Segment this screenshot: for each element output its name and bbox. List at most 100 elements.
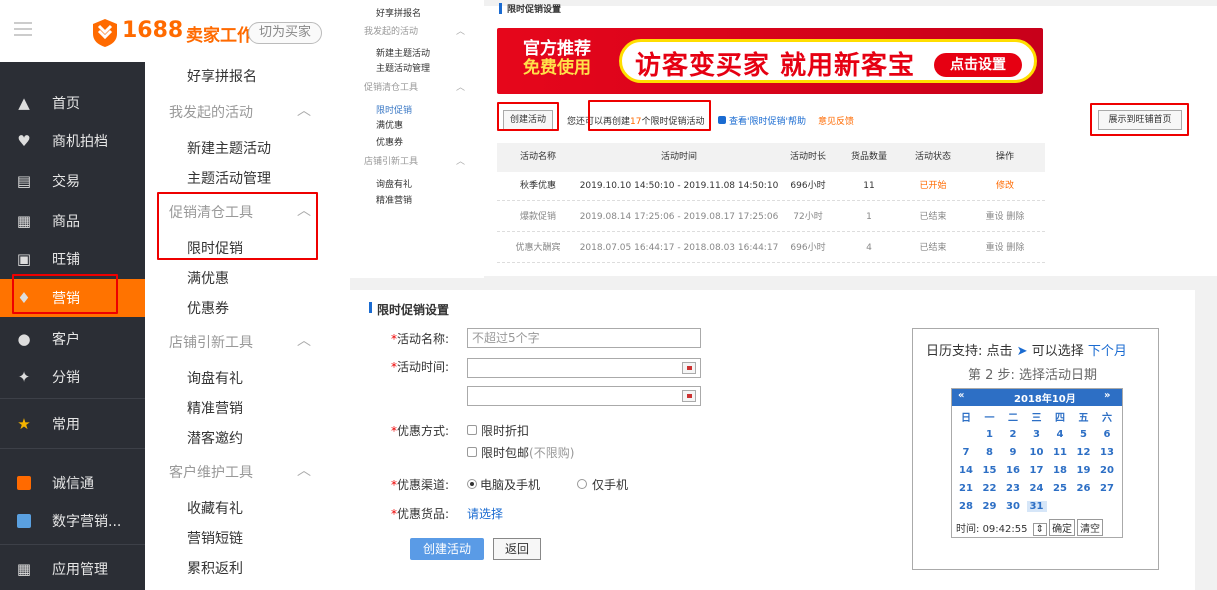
calendar-day[interactable]: 11 (1050, 447, 1070, 458)
create-activity-button[interactable]: 创建活动 (410, 538, 484, 560)
calendar-day[interactable]: 21 (956, 483, 976, 494)
calendar-day[interactable]: 24 (1027, 483, 1047, 494)
flash-discount-checkbox[interactable] (467, 425, 477, 435)
mini-nav-group[interactable]: 店铺引新工具 ︿ (364, 154, 465, 167)
calendar-day[interactable]: 18 (1050, 465, 1070, 476)
reset-delete-links[interactable]: 重设 删除 (965, 234, 1045, 263)
sidebar-item-shop[interactable]: ▣ 旺铺 (0, 240, 145, 278)
mini-nav-item[interactable]: 新建主题活动 (376, 46, 430, 59)
mini-nav-item[interactable]: 主题活动管理 (376, 61, 430, 74)
calendar-day[interactable]: 23 (1003, 483, 1023, 494)
calendar-icon[interactable] (682, 390, 696, 402)
calendar-day[interactable]: 15 (980, 465, 1000, 476)
time-label: *活动时间: (391, 360, 450, 374)
calendar-day[interactable]: 22 (980, 483, 1000, 494)
subnav-item-inquiry-gift[interactable]: 询盘有礼 (187, 368, 243, 388)
activity-name-input[interactable]: 不超过5个字 (467, 328, 701, 348)
calendar-day[interactable]: 20 (1097, 465, 1117, 476)
calendar-day[interactable]: 19 (1074, 465, 1094, 476)
promo-banner[interactable]: 官方推荐 免费使用 访客变买家 就用新客宝 点击设置 (497, 28, 1043, 94)
next-month-button[interactable]: » (1104, 390, 1110, 401)
mini-nav-item[interactable]: 满优惠 (376, 118, 403, 131)
edit-link[interactable]: 修改 (965, 172, 1045, 201)
select-goods-link[interactable]: 请选择 (467, 505, 503, 522)
status-badge: 已结束 (919, 243, 947, 253)
menu-icon[interactable] (14, 22, 32, 38)
free-shipping-checkbox[interactable] (467, 447, 477, 457)
subnav-item-coupon[interactable]: 优惠券 (187, 298, 229, 318)
switch-to-buyer-button[interactable]: 切为买家 (248, 22, 323, 44)
start-time-input[interactable] (467, 358, 701, 378)
sidebar-item-common[interactable]: ★ 常用 (0, 405, 145, 443)
calendar-day[interactable]: 25 (1050, 483, 1070, 494)
mini-nav-item[interactable]: 询盘有礼 (376, 177, 412, 190)
mini-nav-item[interactable]: 好享拼报名 (376, 6, 421, 19)
subnav-item-short-link[interactable]: 营销短链 (187, 528, 243, 548)
subnav-item-prospect-invite[interactable]: 潜客邀约 (187, 428, 243, 448)
prev-month-button[interactable]: « (958, 390, 964, 401)
calendar-day[interactable]: 12 (1074, 447, 1094, 458)
subnav-group-label: 店铺引新工具 (169, 335, 253, 351)
calendar-day[interactable]: 10 (1027, 447, 1047, 458)
subnav-item-full-discount[interactable]: 满优惠 (187, 268, 229, 288)
sidebar-item-trade[interactable]: ▤ 交易 (0, 162, 145, 200)
calendar-day[interactable]: 26 (1074, 483, 1094, 494)
subnav-item-rebate[interactable]: 累积返利 (187, 558, 243, 578)
channel-mobile-radio[interactable] (577, 479, 587, 489)
channel-pc-mobile-radio[interactable] (467, 479, 477, 489)
sidebar-item-distribution[interactable]: ✦ 分销 (0, 358, 145, 396)
subnav-group-retention[interactable]: 客户维护工具 ︿ (169, 462, 311, 482)
subnav-item-theme-manage[interactable]: 主题活动管理 (187, 168, 271, 188)
banner-cta-button[interactable]: 点击设置 (934, 53, 1022, 77)
reset-delete-links[interactable]: 重设 删除 (965, 203, 1045, 232)
mini-nav-group[interactable]: 促销清仓工具 ︿ (364, 80, 465, 93)
calendar-day[interactable]: 29 (980, 501, 1000, 512)
sidebar-item-chengxintong[interactable]: 诚信通 (0, 464, 145, 502)
subnav-item-precise-marketing[interactable]: 精准营销 (187, 398, 243, 418)
calendar-icon[interactable] (682, 362, 696, 374)
calendar-day[interactable]: 16 (1003, 465, 1023, 476)
clear-button[interactable]: 清空 (1077, 519, 1104, 536)
help-link[interactable]: 查看'限时促销'帮助 (718, 114, 806, 127)
logo-icon (92, 18, 118, 48)
mini-nav-item-active[interactable]: 限时促销 (376, 103, 412, 116)
sidebar-item-product[interactable]: ▦ 商品 (0, 202, 145, 240)
subnav-item-new-theme[interactable]: 新建主题活动 (187, 138, 271, 158)
calendar-day[interactable]: 17 (1027, 465, 1047, 476)
sidebar-item-app-management[interactable]: ▦ 应用管理 (0, 550, 145, 588)
time-spinner-icon[interactable]: ⇕ (1032, 523, 1048, 536)
sidebar-item-digital-marketing[interactable]: 数字营销... (0, 502, 145, 540)
calendar-day[interactable]: 28 (956, 501, 976, 512)
calendar-day[interactable]: 2 (1003, 429, 1023, 440)
feedback-link[interactable]: 意见反馈 (818, 114, 854, 127)
column-header: 活动名称 (519, 152, 556, 162)
subnav-item-haoxiangpin[interactable]: 好享拼报名 (187, 66, 257, 86)
date-picker[interactable]: « 2018年10月 » 日一二三四五六 1 2 3 4 5 6 7 8 9 10 11 12 13 14… (951, 388, 1123, 538)
end-time-input[interactable] (467, 386, 701, 406)
calendar-day[interactable]: 14 (956, 465, 976, 476)
calendar-day[interactable]: 1 (980, 429, 1000, 440)
calendar-day[interactable]: 31 (1026, 501, 1047, 512)
calendar-day[interactable]: 30 (1003, 501, 1023, 512)
calendar-day[interactable]: 3 (1027, 429, 1047, 440)
calendar-day[interactable]: 9 (1003, 447, 1023, 458)
calendar-day[interactable]: 13 (1097, 447, 1117, 458)
calendar-day[interactable]: 27 (1097, 483, 1117, 494)
mini-nav-item[interactable]: 精准营销 (376, 193, 412, 206)
calendar-day[interactable]: 8 (980, 447, 1000, 458)
mini-nav-item[interactable]: 优惠券 (376, 135, 403, 148)
calendar-day[interactable]: 4 (1050, 429, 1070, 440)
sidebar-item-partner[interactable]: ♥ 商机拍档 (0, 122, 145, 160)
sidebar-item-home[interactable]: ▲ 首页 (0, 84, 145, 122)
calendar-day[interactable]: 6 (1097, 429, 1117, 440)
chevron-up-icon: ︿ (297, 463, 311, 479)
subnav-group-my-activities[interactable]: 我发起的活动 ︿ (169, 102, 311, 122)
subnav-item-favorite-gift[interactable]: 收藏有礼 (187, 498, 243, 518)
back-button[interactable]: 返回 (493, 538, 541, 560)
calendar-day[interactable]: 7 (956, 447, 976, 458)
confirm-button[interactable]: 确定 (1049, 519, 1076, 536)
mini-nav-group[interactable]: 我发起的活动 ︿ (364, 24, 465, 37)
sidebar-item-customer[interactable]: ● 客户 (0, 320, 145, 358)
calendar-day[interactable]: 5 (1074, 429, 1094, 440)
subnav-group-acquisition[interactable]: 店铺引新工具 ︿ (169, 332, 311, 352)
